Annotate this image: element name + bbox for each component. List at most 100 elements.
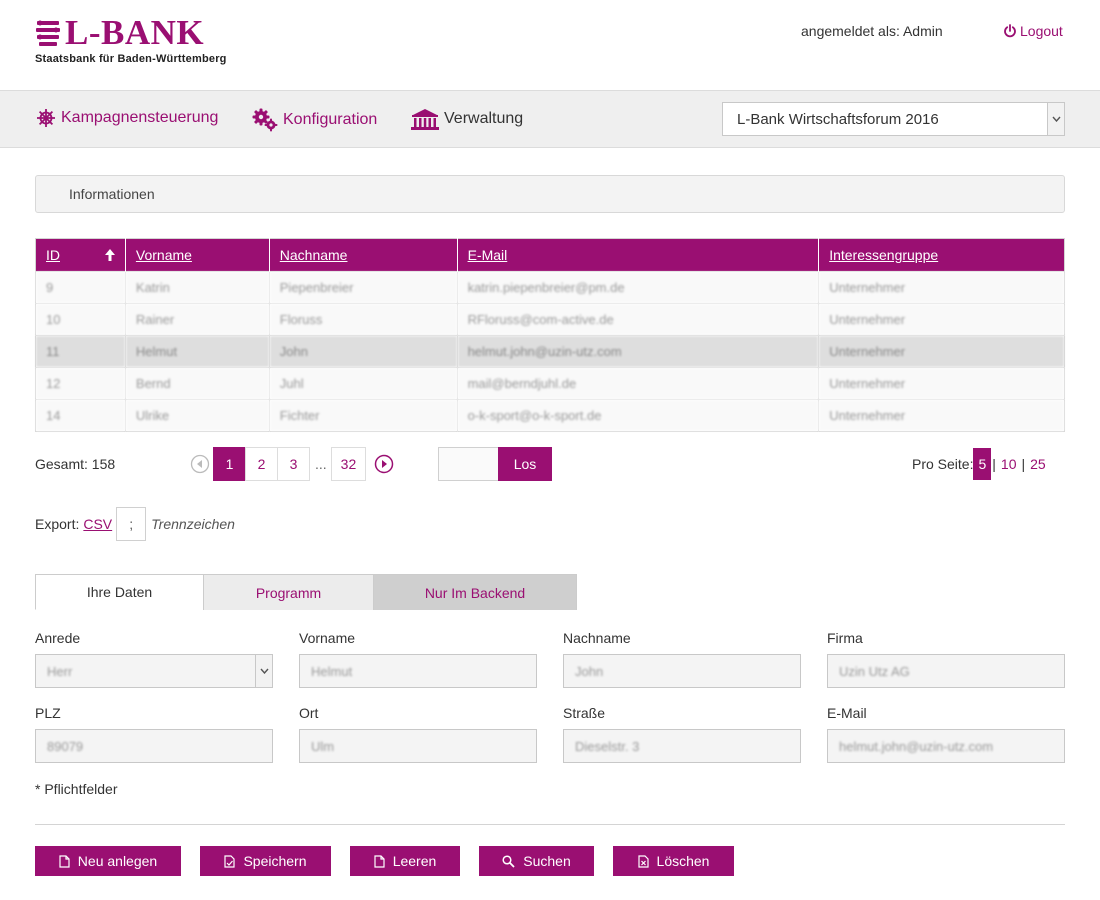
nav-item-konfiguration[interactable]: Konfiguration (252, 108, 377, 132)
export-csv-link[interactable]: CSV (83, 516, 112, 532)
nav-label: Verwaltung (444, 110, 524, 127)
vorname-field[interactable]: Helmut (299, 654, 537, 688)
logout-link[interactable]: Logout (1003, 23, 1063, 39)
nav-label: Kampagnensteuerung (61, 109, 219, 126)
save-button[interactable]: Speichern (200, 846, 331, 876)
firma-field[interactable]: Uzin Utz AG (827, 654, 1065, 688)
email-value: helmut.john@uzin-utz.com (839, 739, 994, 754)
page-3-button[interactable]: 3 (277, 447, 310, 481)
cell-nachname: Juhl (269, 367, 458, 400)
cell-vorname: Rainer (125, 303, 270, 336)
email-label: E-Mail (827, 705, 867, 721)
table-row[interactable]: 10 Rainer Floruss RFloruss@com-active.de… (35, 303, 1065, 336)
prev-page-button[interactable] (186, 454, 214, 474)
nav-label: Konfiguration (283, 111, 378, 128)
dropdown-button[interactable] (1047, 103, 1064, 135)
table-row[interactable]: 9 Katrin Piepenbreier katrin.piepenbreie… (35, 271, 1065, 304)
vorname-label: Vorname (299, 630, 356, 646)
divider (35, 824, 1065, 825)
search-button[interactable]: Suchen (479, 846, 594, 876)
main-nav: Kampagnensteuerung Konfiguration Verwalt… (0, 90, 1100, 148)
page-1-button[interactable]: 1 (213, 447, 246, 481)
goto-page-button[interactable]: Los (498, 447, 552, 481)
vorname-value: Helmut (311, 664, 353, 679)
clear-button[interactable]: Leeren (350, 846, 460, 876)
chevron-right-circle-icon (375, 454, 394, 474)
nav-item-kampagnensteuerung[interactable]: Kampagnensteuerung (36, 108, 218, 128)
table-row[interactable]: 12 Bernd Juhl mail@berndjuhl.de Unterneh… (35, 367, 1065, 400)
per-page-option-5[interactable]: 5 (973, 448, 992, 480)
cell-nachname: Floruss (269, 303, 458, 336)
column-header-label: ID (46, 247, 60, 263)
logo[interactable]: L-BANK Staatsbank für Baden-Württemberg (35, 15, 235, 68)
nachname-label: Nachname (563, 630, 631, 646)
form-tabs: Ihre Daten Programm Nur Im Backend (35, 574, 577, 610)
logo-tagline: Staatsbank für Baden-Württemberg (35, 53, 227, 65)
table-row[interactable]: 14 Ulrike Fichter o-k-sport@o-k-sport.de… (35, 399, 1065, 432)
cell-interessengruppe: Unternehmer (818, 399, 1065, 432)
cell-vorname: Helmut (125, 335, 270, 368)
strasse-field[interactable]: Dieselstr. 3 (563, 729, 801, 763)
column-header-email[interactable]: E-Mail (457, 238, 820, 272)
cell-email: RFloruss@com-active.de (457, 303, 820, 336)
plz-label: PLZ (35, 705, 61, 721)
cell-id: 14 (35, 399, 126, 432)
power-icon (1004, 24, 1016, 38)
cell-id: 10 (35, 303, 126, 336)
nachname-value: John (575, 664, 604, 679)
cell-vorname: Ulrike (125, 399, 270, 432)
per-page-label: Pro Seite: (912, 456, 974, 472)
plz-field[interactable]: 89079 (35, 729, 273, 763)
cell-vorname: Katrin (125, 271, 270, 304)
cell-interessengruppe: Unternehmer (818, 303, 1065, 336)
goto-page-input[interactable] (438, 447, 499, 481)
campaign-select[interactable]: L-Bank Wirtschaftsforum 2016 (722, 102, 1065, 136)
firma-value: Uzin Utz AG (839, 664, 910, 679)
column-header-nachname[interactable]: Nachname (269, 238, 458, 272)
nachname-field[interactable]: John (563, 654, 801, 688)
total-count: Gesamt: 158 (35, 456, 116, 472)
anrede-select[interactable]: Herr (35, 654, 273, 688)
new-button[interactable]: Neu anlegen (35, 846, 181, 876)
cell-nachname: Fichter (269, 399, 458, 432)
contacts-table: ID Vorname Nachname E-Mail Interessengru… (35, 238, 1065, 432)
table-row-selected[interactable]: 11 Helmut John helmut.john@uzin-utz.com … (35, 335, 1065, 368)
nav-item-verwaltung[interactable]: Verwaltung (411, 108, 523, 130)
cell-email: o-k-sport@o-k-sport.de (457, 399, 820, 432)
column-header-interessengruppe[interactable]: Interessengruppe (818, 238, 1065, 272)
per-page-selector: Pro Seite: 5 | 10 | 25 (912, 447, 1050, 481)
email-field[interactable]: helmut.john@uzin-utz.com (827, 729, 1065, 763)
column-header-vorname[interactable]: Vorname (125, 238, 270, 272)
save-button-label: Speichern (243, 853, 307, 869)
ort-value: Ulm (311, 739, 335, 754)
next-page-button[interactable] (370, 454, 398, 474)
page-last-button[interactable]: 32 (330, 447, 367, 481)
column-header-id[interactable]: ID (35, 238, 126, 272)
ship-wheel-icon (37, 109, 55, 127)
cell-interessengruppe: Unternehmer (818, 271, 1065, 304)
dropdown-button[interactable] (255, 655, 272, 687)
per-page-option-10[interactable]: 10 (997, 456, 1021, 472)
info-bar[interactable]: Informationen (35, 175, 1065, 213)
file-icon (59, 854, 70, 868)
delete-button[interactable]: Löschen (613, 846, 734, 876)
tab-nur-im-backend[interactable]: Nur Im Backend (373, 574, 577, 610)
cell-email: mail@berndjuhl.de (457, 367, 820, 400)
cell-id: 9 (35, 271, 126, 304)
page-2-button[interactable]: 2 (245, 447, 278, 481)
info-bar-label: Informationen (69, 186, 155, 202)
logged-in-user: angemeldet als: Admin (801, 23, 943, 39)
table-header-row: ID Vorname Nachname E-Mail Interessengru… (35, 238, 1065, 272)
gears-icon (252, 108, 278, 132)
cell-nachname: John (269, 335, 458, 368)
per-page-option-25[interactable]: 25 (1026, 456, 1050, 472)
tab-programm[interactable]: Programm (203, 574, 374, 610)
chevron-left-circle-icon (190, 454, 210, 474)
cell-id: 11 (35, 335, 126, 368)
building-icon (411, 109, 439, 130)
tab-ihre-daten[interactable]: Ihre Daten (35, 574, 204, 610)
anrede-value: Herr (47, 664, 73, 679)
ort-field[interactable]: Ulm (299, 729, 537, 763)
ort-label: Ort (299, 705, 319, 721)
separator-input[interactable]: ; (116, 507, 147, 541)
